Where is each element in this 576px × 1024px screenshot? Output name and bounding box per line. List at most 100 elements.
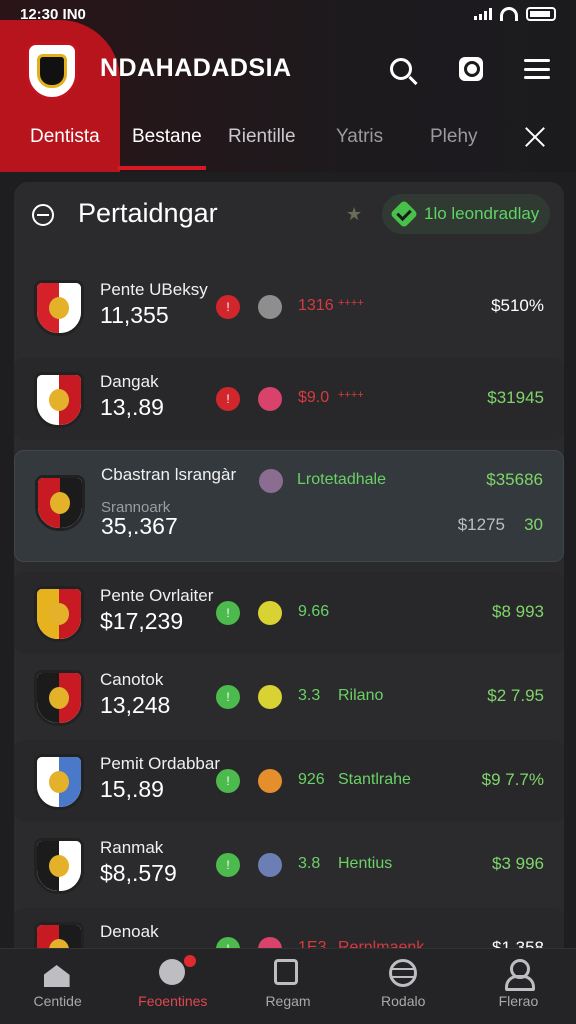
nav-home[interactable]: Centide xyxy=(0,949,115,1024)
search-button[interactable] xyxy=(384,52,418,86)
status-dot: ! xyxy=(216,685,240,709)
signal-icon xyxy=(474,8,492,20)
indicator-icon xyxy=(258,685,282,709)
team-crest xyxy=(34,838,84,894)
odds-value[interactable]: $35686 xyxy=(486,470,543,490)
match-stat: 926 xyxy=(298,771,325,788)
indicator-icon xyxy=(258,601,282,625)
search-box-icon xyxy=(459,57,483,81)
team-name: Pente Ovrlaiter xyxy=(100,586,214,605)
indicator-icon xyxy=(258,387,282,411)
match-row[interactable]: Cbastran lsrangàr Srannoark 35,.367 Lroteta… xyxy=(14,450,564,562)
bag-icon xyxy=(274,959,302,987)
tab-0[interactable]: Dentista xyxy=(30,126,100,148)
secondary-odds-change: 30 xyxy=(524,515,543,534)
status-dot: ! xyxy=(216,853,240,877)
close-icon[interactable] xyxy=(522,124,548,150)
match-row[interactable]: Pente Ovrlaiter $17,239! 9.66 $8 993 xyxy=(14,572,564,654)
match-stat: 3.8 xyxy=(298,855,321,872)
quick-search-button[interactable] xyxy=(454,52,488,86)
team-crest xyxy=(35,475,85,531)
match-stat: 3.3 xyxy=(298,687,321,704)
wifi-icon xyxy=(500,7,518,21)
team-value: 35,.367 xyxy=(101,513,178,539)
nav-fixtures[interactable]: Feoentines xyxy=(115,949,230,1024)
live-filter-pill[interactable]: 1lo leondradlay xyxy=(382,194,550,234)
menu-button[interactable] xyxy=(520,52,554,86)
odds-value[interactable]: $510% xyxy=(491,296,544,316)
team-name: Ranmak xyxy=(100,838,164,857)
team-crest xyxy=(34,670,84,726)
active-tab-indicator xyxy=(118,166,206,170)
match-row[interactable]: Canotok 13,248! 3.3 Rilano $2 7.95 xyxy=(14,656,564,738)
match-stat: 9.66 xyxy=(298,603,330,620)
nav-label: Regam xyxy=(265,993,311,1009)
status-bar: 12:30 IN0 xyxy=(0,0,576,28)
odds-value[interactable]: $8 993 xyxy=(492,602,544,622)
match-stat-extra: ++++ xyxy=(338,389,364,401)
tab-4[interactable]: Plehy xyxy=(430,126,478,148)
match-row[interactable]: Ranmak $8,.579! 3.8 Hentius $3 996 xyxy=(14,824,564,906)
team-name: Denoak xyxy=(100,922,159,941)
match-stat-extra: Rilano xyxy=(338,687,384,704)
status-dot: ! xyxy=(216,769,240,793)
match-stat-extra: Stantlrahe xyxy=(338,771,411,788)
team-value: 13,.89 xyxy=(100,394,164,420)
team-crest xyxy=(34,372,84,428)
team-value: $17,239 xyxy=(100,608,184,634)
indicator-icon xyxy=(258,295,282,319)
team-value: 13,248 xyxy=(100,692,171,718)
card-header: Pertaidngar ★ 1lo leondradlay xyxy=(14,182,564,248)
nav-rodalo[interactable]: Rodalo xyxy=(346,949,461,1024)
indicator-icon xyxy=(258,853,282,877)
nav-label: Flerao xyxy=(498,993,539,1009)
indicator-icon xyxy=(259,469,283,493)
tab-1[interactable]: Bestane xyxy=(132,126,202,148)
indicator-icon xyxy=(258,769,282,793)
match-row[interactable]: Pemit Ordabbar 15,.89! 926 Stantlrahe $9 7.7… xyxy=(14,740,564,822)
star-icon[interactable]: ★ xyxy=(346,204,362,225)
team-name: Dangak xyxy=(100,372,159,391)
globe-icon xyxy=(389,959,418,987)
ball-icon xyxy=(158,959,187,987)
status-dot: ! xyxy=(216,387,240,411)
odds-value[interactable]: $3 996 xyxy=(492,854,544,874)
match-row[interactable]: Dangak 13,.89! $9.0 ++++ $31945 xyxy=(14,358,564,440)
battery-icon xyxy=(526,7,556,21)
search-icon xyxy=(390,58,412,80)
tab-2[interactable]: Rientille xyxy=(228,126,296,148)
team-name: Pemit Ordabbar xyxy=(100,754,220,773)
pill-label: 1lo leondradlay xyxy=(424,204,540,223)
odds-value[interactable]: $9 7.7% xyxy=(482,770,544,790)
app-logo[interactable] xyxy=(26,42,78,100)
team-crest xyxy=(34,754,84,810)
nav-label: Rodalo xyxy=(381,993,426,1009)
bottom-nav: Centide Feoentines Regam Rodalo Flerao xyxy=(0,948,576,1024)
team-name: Pente UBeksy xyxy=(100,280,208,299)
nav-regam[interactable]: Regam xyxy=(230,949,345,1024)
status-time: 12:30 IN0 xyxy=(20,5,86,23)
match-stat-extra: ++++ xyxy=(338,297,364,309)
check-icon xyxy=(389,199,419,229)
secondary-odds: $1275 xyxy=(457,515,505,534)
odds-value[interactable]: $31945 xyxy=(487,388,544,408)
status-dot: ! xyxy=(216,601,240,625)
app-bar: NDAHADADSIA xyxy=(0,36,576,108)
tab-bar: Dentista Bestane Rientille Yatris Plehy xyxy=(0,112,576,170)
match-stat: Lrotetadhale xyxy=(297,471,386,488)
match-stat-extra: Hentius xyxy=(338,855,393,872)
team-name: Cbastran lsrangàr xyxy=(101,465,237,484)
team-value: 15,.89 xyxy=(100,776,164,802)
app-title: NDAHADADSIA xyxy=(100,54,292,82)
team-value: 11,355 xyxy=(100,302,169,328)
back-icon[interactable] xyxy=(32,204,54,226)
nav-profile[interactable]: Flerao xyxy=(461,949,576,1024)
card-title: Pertaidngar xyxy=(78,198,218,228)
menu-icon xyxy=(524,59,550,79)
user-icon xyxy=(504,959,536,991)
tab-3[interactable]: Yatris xyxy=(336,126,383,148)
status-icons xyxy=(474,7,556,21)
match-row[interactable]: Pente UBeksy 11,355! 1316 ++++ $510% xyxy=(14,266,564,348)
match-stat: $9.0 xyxy=(298,389,330,406)
odds-value[interactable]: $2 7.95 xyxy=(487,686,544,706)
